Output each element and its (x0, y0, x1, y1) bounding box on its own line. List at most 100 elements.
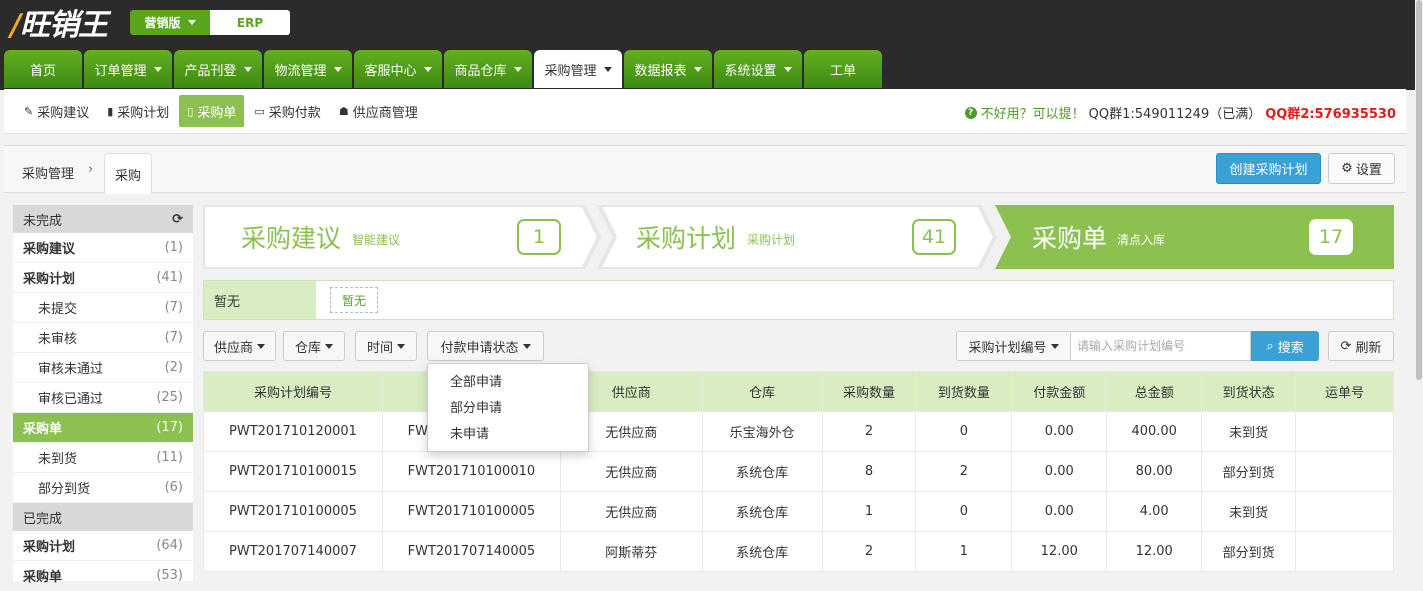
sidebar-item[interactable]: 未提交 (7) (13, 293, 193, 323)
table-cell: PWT201710100015 (203, 451, 383, 492)
column-header[interactable]: 采购数量 (821, 371, 917, 412)
nav-tab[interactable]: 首页 (4, 50, 82, 88)
nav-tab[interactable]: 采购管理 (534, 50, 622, 88)
sidebar-item[interactable]: 采购单 (53) (13, 561, 193, 591)
filter-label: 仓库 (294, 340, 321, 356)
nav-tab[interactable]: 数据报表 (624, 50, 712, 88)
dropdown-option[interactable]: 未申请 (428, 422, 588, 448)
dropdown-option[interactable]: 全部申请 (428, 370, 588, 396)
filter-label: 时间 (366, 340, 393, 356)
edition-switch[interactable]: 营销版 ERP (130, 10, 290, 35)
sub-nav-item[interactable]: ✎ 采购建议 (16, 95, 97, 127)
sub-nav-item[interactable]: ▮ 采购计划 (99, 95, 177, 127)
column-header[interactable]: 到货状态 (1201, 371, 1297, 412)
sub-nav-item[interactable]: ☗ 供应商管理 (331, 95, 426, 127)
settings-label: 设置 (1355, 163, 1382, 178)
sidebar-item[interactable]: 部分到货 (6) (13, 473, 193, 503)
nav-tab-label: 物流管理 (274, 63, 327, 79)
sidebar-item[interactable]: 采购单 (17) (13, 413, 193, 443)
table-cell (1295, 411, 1394, 452)
sub-nav-item[interactable]: ▯ 采购单 (179, 95, 245, 127)
step-purchase-plan[interactable]: 采购计划 采购计划 41 (599, 205, 995, 269)
step-subtitle: 清点入库 (1117, 233, 1166, 247)
sub-nav-label: 采购付款 (268, 105, 321, 121)
erp-button[interactable]: ERP (210, 10, 290, 35)
refresh-button[interactable]: ⟳ 刷新 (1328, 331, 1394, 361)
chevron-down-icon (243, 66, 252, 72)
sidebar-item-label: 采购建议 (23, 242, 76, 257)
table-cell: 0 (915, 411, 1013, 452)
sidebar-item-label: 采购单 (23, 422, 63, 437)
dropdown-option[interactable]: 部分申请 (428, 396, 588, 422)
column-header[interactable]: 付款金额 (1011, 371, 1108, 412)
create-plan-button[interactable]: 创建采购计划 (1216, 153, 1321, 184)
step-purchase-order[interactable]: 采购单 清点入库 17 (995, 205, 1394, 269)
sidebar-section-incomplete: 未完成 ⟳ (13, 205, 193, 233)
chevron-down-icon (153, 66, 162, 72)
settings-button[interactable]: ⚙ 设置 (1328, 153, 1395, 184)
nav-tab[interactable]: 客服中心 (354, 50, 442, 88)
sidebar-item[interactable]: 审核已通过 (25) (13, 383, 193, 413)
search-input[interactable] (1071, 331, 1251, 361)
nav-tab-label: 首页 (29, 63, 56, 79)
column-header[interactable]: 仓库 (701, 371, 823, 412)
sub-nav-items: ✎ 采购建议 ▮ 采购计划 ▯ 采购单 ▭ 采购付款 ☗ 供应商管理 (16, 95, 426, 127)
sidebar-item[interactable]: 采购计划 (64) (13, 531, 193, 561)
brand-logo[interactable]: /旺销王 (10, 0, 108, 43)
feedback-link[interactable]: 不好用？可以提！ (981, 103, 1085, 122)
column-header[interactable]: 采购计划编号 (203, 371, 383, 412)
filter-time[interactable]: 时间 (355, 331, 417, 361)
search-field-select[interactable]: 采购计划编号 (956, 331, 1071, 361)
sidebar-item-count: (1) (164, 240, 183, 255)
notice-tag[interactable]: 暂无 (330, 287, 378, 313)
sidebar-item[interactable]: 未到货 (11) (13, 443, 193, 473)
nav-tab[interactable]: 物流管理 (264, 50, 352, 88)
logo-accent: / (10, 8, 21, 43)
table-cell: FWT201710100010 (381, 451, 561, 492)
chevron-down-icon (397, 343, 405, 349)
filter-warehouse[interactable]: 仓库 (283, 331, 345, 361)
nav-tab[interactable]: 商品仓库 (444, 50, 532, 88)
credit-card-icon: ▭ (254, 104, 265, 118)
table-cell: 0.00 (1011, 491, 1108, 532)
refresh-icon[interactable]: ⟳ (172, 212, 183, 227)
qq-group-2: QQ群2:576935530 (1265, 107, 1396, 122)
column-header[interactable]: 总金额 (1106, 371, 1203, 412)
table-row[interactable]: PWT201710120001FWT201710120001无供应商乐宝海外仓2… (203, 411, 1394, 452)
sidebar-item[interactable]: 采购计划 (41) (13, 263, 193, 293)
column-header[interactable]: 到货数量 (915, 371, 1013, 412)
nav-tab-label: 订单管理 (94, 63, 147, 79)
nav-tab[interactable]: 工单 (804, 50, 882, 88)
sidebar-item[interactable]: 采购建议 (1) (13, 233, 193, 263)
table-cell: 部分到货 (1201, 451, 1297, 492)
breadcrumb-parent[interactable]: 采购管理 (22, 163, 74, 182)
search-group: 采购计划编号 ⌕搜索 (956, 331, 1319, 361)
scrollbar-thumb[interactable] (1416, 0, 1422, 380)
table-row[interactable]: PWT201710100005 FWT201710100005 无供应商 系统仓库 1 0… (203, 491, 1394, 532)
filter-supplier[interactable]: 供应商 (203, 331, 276, 361)
column-header[interactable]: 运单号 (1295, 371, 1394, 412)
nav-tab[interactable]: 产品刊登 (174, 50, 262, 88)
logo-text: 旺销王 (19, 8, 108, 43)
filter-payment-status[interactable]: 付款申请状态 (427, 331, 544, 361)
sidebar-item[interactable]: 审核未通过 (2) (13, 353, 193, 383)
nav-tab[interactable]: 订单管理 (84, 50, 172, 88)
notice-bar: 暂无 暂无 (203, 280, 1394, 320)
table-cell: 8 (821, 451, 917, 492)
edition-dropdown[interactable]: 营销版 (130, 10, 210, 35)
table-row[interactable]: PWT201710100015 FWT201710100010 无供应商 系统仓库 8 2… (203, 451, 1394, 492)
nav-tab[interactable]: 系统设置 (714, 50, 802, 88)
tab-current[interactable]: 采购 (104, 153, 152, 194)
table-cell: 系统仓库 (701, 531, 823, 572)
main-nav: 首页 订单管理 产品刊登 物流管理 客服中心 商品仓库 采购管理 数据报表 系统设置 工单 (4, 50, 882, 88)
wand-icon: ✎ (24, 104, 34, 118)
table-row[interactable]: PWT201707140007 FWT201707140005 阿斯蒂芬 系统仓库 2 1… (203, 531, 1394, 572)
search-button[interactable]: ⌕ 搜索 (1251, 331, 1319, 361)
sub-nav-item[interactable]: ▭ 采购付款 (246, 95, 328, 127)
sidebar-item[interactable]: 未审核 (7) (13, 323, 193, 353)
chevron-down-icon (603, 66, 612, 72)
workflow-steps: 采购建议 智能建议 1 采购计划 采购计划 41 采购单 清点入库 17 (203, 205, 1394, 269)
chevron-down-icon (333, 66, 342, 72)
step-purchase-suggestion[interactable]: 采购建议 智能建议 1 (203, 205, 599, 269)
step-title: 采购建议 (241, 224, 342, 253)
